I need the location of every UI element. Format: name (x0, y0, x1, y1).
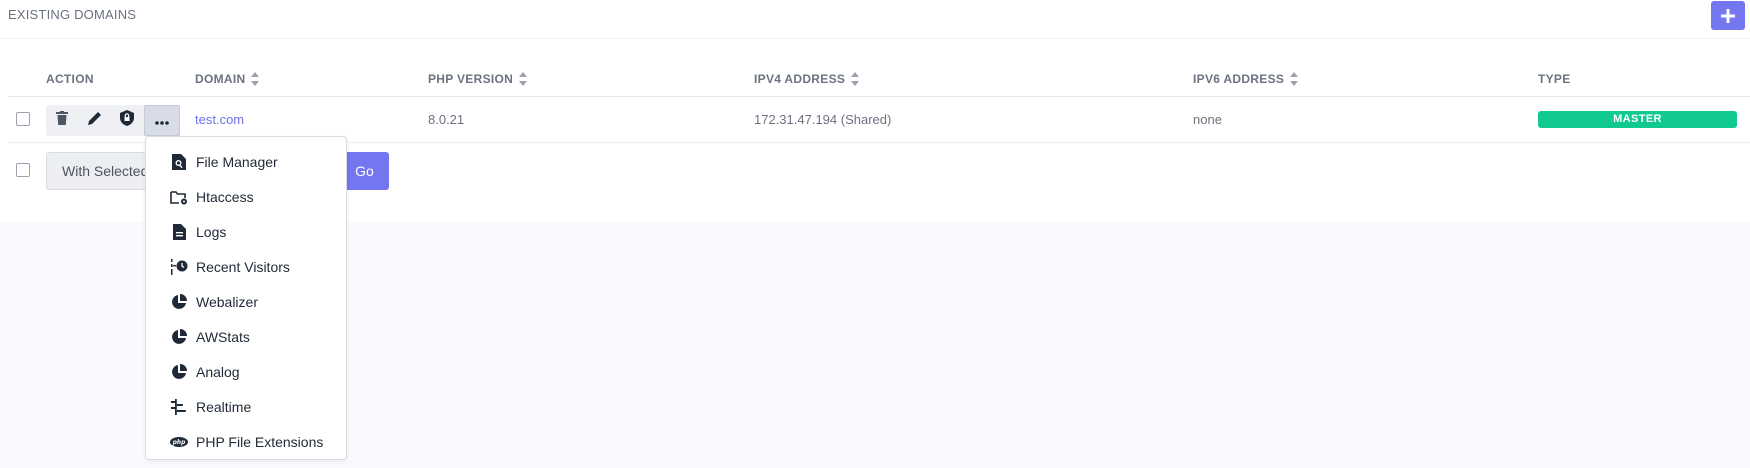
pencil-icon (87, 111, 102, 130)
trash-icon (56, 111, 69, 130)
menu-item-label: Webalizer (196, 294, 258, 310)
timeline-clock-icon (170, 258, 188, 276)
column-header-type: TYPE (1538, 72, 1571, 86)
column-header-domain[interactable]: DOMAIN (195, 72, 260, 86)
menu-item-label: Htaccess (196, 189, 254, 205)
menu-item-label: File Manager (196, 154, 278, 170)
php-version-value: 8.0.21 (428, 112, 465, 127)
sort-icon[interactable] (851, 72, 860, 86)
type-badge: MASTER (1538, 111, 1737, 128)
menu-item-label: Analog (196, 364, 240, 380)
ellipsis-icon (154, 112, 169, 130)
menu-item-label: Realtime (196, 399, 252, 415)
pie-chart-icon (170, 328, 188, 346)
ssl-button[interactable] (111, 105, 144, 136)
row-checkbox[interactable] (16, 112, 30, 126)
more-actions-button[interactable] (143, 105, 180, 136)
divider (8, 96, 1750, 97)
php-icon: php (170, 433, 188, 451)
ipv6-value: none (1193, 112, 1222, 127)
menu-item-htaccess[interactable]: Htaccess (146, 183, 346, 211)
sort-icon[interactable] (1290, 72, 1299, 86)
menu-item-realtime[interactable]: Realtime (146, 393, 346, 421)
section-title: EXISTING DOMAINS (8, 7, 137, 22)
go-button[interactable]: Go (340, 152, 389, 190)
shield-lock-icon (120, 110, 135, 131)
column-header-php-version[interactable]: PHP VERSION (428, 72, 528, 86)
plus-icon (1721, 4, 1735, 28)
domain-link[interactable]: test.com (195, 112, 244, 127)
select-all-checkbox[interactable] (16, 163, 30, 177)
pie-chart-icon (170, 293, 188, 311)
divider (0, 38, 1750, 39)
delete-button[interactable] (46, 105, 79, 136)
ipv4-value: 172.31.47.194 (Shared) (754, 112, 892, 127)
sort-icon[interactable] (251, 72, 260, 86)
document-icon (170, 223, 188, 241)
edit-button[interactable] (79, 105, 112, 136)
svg-text:php: php (172, 440, 186, 446)
menu-item-webalizer[interactable]: Webalizer (146, 288, 346, 316)
column-header-ipv4[interactable]: IPV4 ADDRESS (754, 72, 860, 86)
pie-chart-icon (170, 363, 188, 381)
sort-icon[interactable] (519, 72, 528, 86)
file-search-icon (170, 153, 188, 171)
column-header-ipv6[interactable]: IPV6 ADDRESS (1193, 72, 1299, 86)
add-domain-button[interactable] (1711, 1, 1745, 30)
menu-item-label: Logs (196, 224, 227, 240)
column-header-action: ACTION (46, 72, 94, 86)
more-actions-menu: File Manager Htaccess Logs Recent Visito… (145, 136, 347, 460)
menu-item-analog[interactable]: Analog (146, 358, 346, 386)
menu-item-label: AWStats (196, 329, 250, 345)
menu-item-awstats[interactable]: AWStats (146, 323, 346, 351)
menu-item-recent-visitors[interactable]: Recent Visitors (146, 253, 346, 281)
row-action-group (46, 105, 180, 136)
menu-item-file-manager[interactable]: File Manager (146, 148, 346, 176)
menu-item-php-file-extensions[interactable]: php PHP File Extensions (146, 428, 346, 456)
menu-item-label: PHP File Extensions (196, 434, 324, 450)
menu-item-label: Recent Visitors (196, 259, 290, 275)
realtime-bars-icon (170, 398, 188, 416)
folder-gear-icon (170, 188, 188, 206)
menu-item-logs[interactable]: Logs (146, 218, 346, 246)
